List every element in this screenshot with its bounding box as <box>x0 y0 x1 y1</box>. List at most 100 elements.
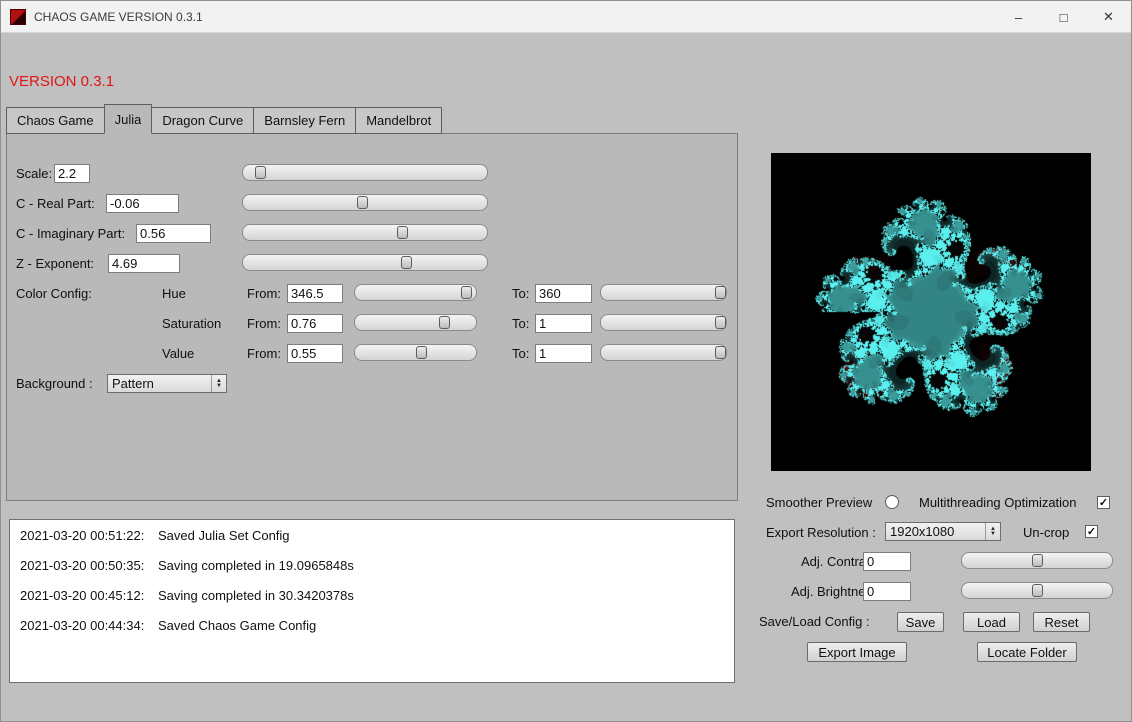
window-title: CHAOS GAME VERSION 0.3.1 <box>34 1 203 33</box>
adj-brightness-slider-thumb[interactable] <box>1032 584 1043 597</box>
adj-contrast-slider[interactable] <box>961 552 1113 569</box>
value-from-label: From: <box>247 344 281 363</box>
tab-mandelbrot[interactable]: Mandelbrot <box>355 107 442 134</box>
adj-contrast-slider-thumb[interactable] <box>1032 554 1043 567</box>
scale-slider-thumb[interactable] <box>255 166 266 179</box>
close-button[interactable]: ✕ <box>1086 1 1131 33</box>
tab-bar: Chaos Game Julia Dragon Curve Barnsley F… <box>6 104 441 134</box>
app-icon <box>10 9 26 25</box>
smoother-preview-label: Smoother Preview <box>766 493 872 512</box>
c-imag-slider[interactable] <box>242 224 488 241</box>
hue-from-input[interactable] <box>287 284 343 303</box>
scale-input[interactable] <box>54 164 90 183</box>
value-to-slider[interactable] <box>600 344 727 361</box>
adj-brightness-input[interactable] <box>863 582 911 601</box>
tab-label: Dragon Curve <box>162 113 243 128</box>
export-resolution-label: Export Resolution : <box>766 523 876 542</box>
log-entry: 2021-03-20 00:51:22: Saved Julia Set Con… <box>20 528 290 543</box>
multithreading-checkbox[interactable]: ✓ <box>1097 496 1110 509</box>
locate-folder-button[interactable]: Locate Folder <box>977 642 1077 662</box>
c-imag-slider-thumb[interactable] <box>397 226 408 239</box>
log-message: Saved Chaos Game Config <box>158 618 316 633</box>
log-message: Saving completed in 30.3420378s <box>158 588 354 603</box>
hue-to-slider[interactable] <box>600 284 727 301</box>
saturation-from-label: From: <box>247 314 281 333</box>
value-to-label: To: <box>512 344 529 363</box>
c-real-input[interactable] <box>106 194 179 213</box>
z-exponent-label: Z - Exponent: <box>16 254 94 273</box>
minimize-icon: – <box>1015 10 1022 25</box>
saturation-from-slider[interactable] <box>354 314 477 331</box>
hue-to-slider-thumb[interactable] <box>715 286 726 299</box>
tab-chaos-game[interactable]: Chaos Game <box>6 107 105 134</box>
saturation-to-label: To: <box>512 314 529 333</box>
log-message: Saving completed in 19.0965848s <box>158 558 354 573</box>
export-resolution-select[interactable]: 1920x1080 ▲ ▼ <box>885 522 1001 541</box>
scale-slider[interactable] <box>242 164 488 181</box>
titlebar[interactable]: CHAOS GAME VERSION 0.3.1 – □ ✕ <box>1 1 1131 33</box>
z-exponent-slider[interactable] <box>242 254 488 271</box>
log-entry: 2021-03-20 00:44:34: Saved Chaos Game Co… <box>20 618 316 633</box>
c-imag-label: C - Imaginary Part: <box>16 224 125 243</box>
hue-from-label: From: <box>247 284 281 303</box>
log-timestamp: 2021-03-20 00:51:22: <box>20 528 158 543</box>
log-timestamp: 2021-03-20 00:44:34: <box>20 618 158 633</box>
smoother-preview-checkbox[interactable] <box>885 495 899 509</box>
check-icon: ✓ <box>1087 525 1096 538</box>
close-icon: ✕ <box>1103 9 1114 25</box>
minimize-button[interactable]: – <box>996 1 1041 33</box>
adj-contrast-input[interactable] <box>863 552 911 571</box>
combo-arrow-down-icon: ▼ <box>990 532 996 537</box>
saturation-label: Saturation <box>162 314 221 333</box>
c-real-label: C - Real Part: <box>16 194 95 213</box>
saturation-to-input[interactable] <box>535 314 592 333</box>
load-button[interactable]: Load <box>963 612 1020 632</box>
multithreading-label: Multithreading Optimization <box>919 493 1077 512</box>
combo-arrows-icon: ▲ ▼ <box>985 523 1000 540</box>
background-label: Background : <box>16 374 93 393</box>
saturation-from-slider-thumb[interactable] <box>439 316 450 329</box>
c-real-slider-thumb[interactable] <box>357 196 368 209</box>
hue-to-input[interactable] <box>535 284 592 303</box>
background-select[interactable]: Pattern ▲ ▼ <box>107 374 227 393</box>
tab-label: Mandelbrot <box>366 113 431 128</box>
z-exponent-input[interactable] <box>108 254 180 273</box>
value-from-input[interactable] <box>287 344 343 363</box>
save-button[interactable]: Save <box>897 612 944 632</box>
hue-from-slider[interactable] <box>354 284 477 301</box>
saturation-from-input[interactable] <box>287 314 343 333</box>
value-label: Value <box>162 344 194 363</box>
tab-barnsley-fern[interactable]: Barnsley Fern <box>253 107 356 134</box>
background-selected-value: Pattern <box>108 376 211 391</box>
color-config-label: Color Config: <box>16 284 92 303</box>
c-imag-input[interactable] <box>136 224 211 243</box>
tab-dragon-curve[interactable]: Dragon Curve <box>151 107 254 134</box>
adj-brightness-slider[interactable] <box>961 582 1113 599</box>
saturation-to-slider[interactable] <box>600 314 727 331</box>
z-exponent-slider-thumb[interactable] <box>401 256 412 269</box>
export-resolution-value: 1920x1080 <box>886 524 985 539</box>
c-real-slider[interactable] <box>242 194 488 211</box>
maximize-icon: □ <box>1060 10 1068 25</box>
saturation-to-slider-thumb[interactable] <box>715 316 726 329</box>
save-load-config-label: Save/Load Config : <box>759 612 870 631</box>
hue-to-label: To: <box>512 284 529 303</box>
value-to-slider-thumb[interactable] <box>715 346 726 359</box>
uncrop-checkbox[interactable]: ✓ <box>1085 525 1098 538</box>
hue-from-slider-thumb[interactable] <box>461 286 472 299</box>
log-panel[interactable]: 2021-03-20 00:51:22: Saved Julia Set Con… <box>9 519 735 683</box>
log-timestamp: 2021-03-20 00:45:12: <box>20 588 158 603</box>
log-entry: 2021-03-20 00:45:12: Saving completed in… <box>20 588 354 603</box>
reset-button[interactable]: Reset <box>1033 612 1090 632</box>
combo-arrows-icon: ▲ ▼ <box>211 375 226 392</box>
app-window: CHAOS GAME VERSION 0.3.1 – □ ✕ VERSION 0… <box>0 0 1132 722</box>
maximize-button[interactable]: □ <box>1041 1 1086 33</box>
window-controls: – □ ✕ <box>996 1 1131 33</box>
value-from-slider-thumb[interactable] <box>416 346 427 359</box>
value-from-slider[interactable] <box>354 344 477 361</box>
tab-julia[interactable]: Julia <box>104 104 153 134</box>
value-to-input[interactable] <box>535 344 592 363</box>
hue-label: Hue <box>162 284 186 303</box>
log-entry: 2021-03-20 00:50:35: Saving completed in… <box>20 558 354 573</box>
export-image-button[interactable]: Export Image <box>807 642 907 662</box>
